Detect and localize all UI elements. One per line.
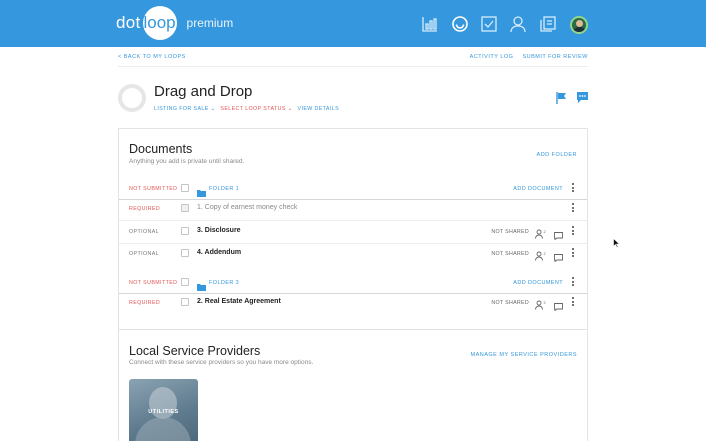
more-options-icon[interactable] [571,225,575,237]
manage-providers-link[interactable]: MANAGE MY SERVICE PROVIDERS [470,352,577,358]
more-options-icon[interactable] [571,202,575,214]
document-name[interactable]: 3. Disclosure [197,227,241,234]
document-row[interactable]: OPTIONAL 3. Disclosure NOT SHARED 2 [119,221,587,243]
avatar-body [573,27,586,32]
document-checkbox[interactable] [181,227,189,235]
loop-tags: LISTING FOR SALE ⌄ SELECT LOOP STATUS ⌄ … [154,106,339,112]
bar-chart-icon[interactable] [421,15,439,33]
logo-text-loop: loop [142,6,177,40]
loops-icon[interactable] [451,15,469,33]
transaction-type-label: LISTING FOR SALE [154,106,209,112]
document-row[interactable]: REQUIRED 2. Real Estate Agreement NOT SH… [119,292,587,314]
document-status: OPTIONAL [129,229,159,235]
header-divider [118,66,588,67]
providers-title: Local Service Providers [129,344,261,358]
document-checkbox[interactable] [181,298,189,306]
document-status: OPTIONAL [129,251,159,257]
folder-checkbox[interactable] [181,184,189,192]
document-status: REQUIRED [129,206,161,212]
providers-subtitle: Connect with these service providers so … [129,359,314,366]
folder-status: NOT SUBMITTED [129,186,178,192]
logo-tier: premium [186,16,234,30]
folder-icon [197,184,206,197]
transaction-type-dropdown[interactable]: LISTING FOR SALE ⌄ [154,106,215,112]
share-status: NOT SHARED [491,228,529,235]
comment-icon[interactable] [554,249,563,263]
document-name[interactable]: 1. Copy of earnest money check [197,204,297,211]
participants-icon[interactable]: 2 [535,226,547,239]
submit-for-review-link[interactable]: SUBMIT FOR REVIEW [522,54,588,60]
more-options-icon[interactable] [571,276,575,288]
comment-icon[interactable] [554,298,563,312]
add-document-button[interactable]: ADD DOCUMENT [513,186,563,192]
loop-status-dropdown[interactable]: SELECT LOOP STATUS ⌄ [220,106,292,112]
back-to-loops-link[interactable]: < BACK TO MY LOOPS [118,54,186,60]
folder-row[interactable]: NOT SUBMITTED FOLDER 1 ADD DOCUMENT [119,178,587,200]
avatar-face [576,20,583,27]
svg-text:2: 2 [544,251,547,256]
loop-title: Drag and Drop [154,83,253,100]
more-options-icon[interactable] [571,182,575,194]
templates-icon[interactable] [539,15,557,33]
document-name[interactable]: 4. Addendum [197,249,241,256]
share-status: NOT SHARED [491,250,529,257]
avatar[interactable] [570,16,588,34]
loop-status-label: SELECT LOOP STATUS [220,106,286,112]
participants-icon[interactable]: 2 [535,248,547,261]
document-row[interactable]: REQUIRED 1. Copy of earnest money check [119,198,587,220]
activity-log-link[interactable]: ACTIVITY LOG [470,54,514,60]
svg-text:2: 2 [544,229,547,234]
folder-status: NOT SUBMITTED [129,280,178,286]
folder-checkbox[interactable] [181,278,189,286]
profile-icon[interactable] [509,15,527,33]
tasks-icon[interactable] [480,15,498,33]
documents-card: Documents Anything you add is private un… [118,128,588,441]
share-status: NOT SHARED [491,299,529,306]
more-options-icon[interactable] [571,247,575,259]
provider-tile-label: UTILITIES [148,409,179,415]
view-details-link[interactable]: VIEW DETAILS [298,106,340,112]
svg-text:2: 2 [544,300,547,305]
flag-icon[interactable] [556,91,568,104]
add-folder-button[interactable]: ADD FOLDER [537,152,577,158]
document-status: REQUIRED [129,300,161,306]
participants-icon[interactable]: 2 [535,297,547,310]
document-checkbox[interactable] [181,204,189,212]
add-document-button[interactable]: ADD DOCUMENT [513,280,563,286]
provider-tile-utilities[interactable]: UTILITIES [129,379,198,441]
documents-title: Documents [129,142,193,156]
header-links: ACTIVITY LOG SUBMIT FOR REVIEW [470,54,588,60]
folder-name[interactable]: FOLDER 1 [209,186,239,192]
loop-progress-ring [118,84,146,112]
section-divider [119,329,587,330]
documents-subtitle: Anything you add is private until shared… [129,158,245,165]
document-row[interactable]: OPTIONAL 4. Addendum NOT SHARED 2 [119,243,587,265]
folder-icon [197,278,206,291]
document-checkbox[interactable] [181,249,189,257]
top-bar: dot loop premium [0,0,706,47]
folder-name[interactable]: FOLDER 3 [209,280,239,286]
chat-icon[interactable] [576,91,589,104]
comment-icon[interactable] [554,227,563,241]
more-options-icon[interactable] [571,296,575,308]
dotloop-logo[interactable]: dot loop premium [116,6,233,40]
logo-text-dot: dot [116,13,141,32]
tile-photo-body [135,417,191,441]
document-name[interactable]: 2. Real Estate Agreement [197,298,281,305]
mouse-cursor-icon [613,235,621,248]
folder-row[interactable]: NOT SUBMITTED FOLDER 3 ADD DOCUMENT [119,272,587,294]
